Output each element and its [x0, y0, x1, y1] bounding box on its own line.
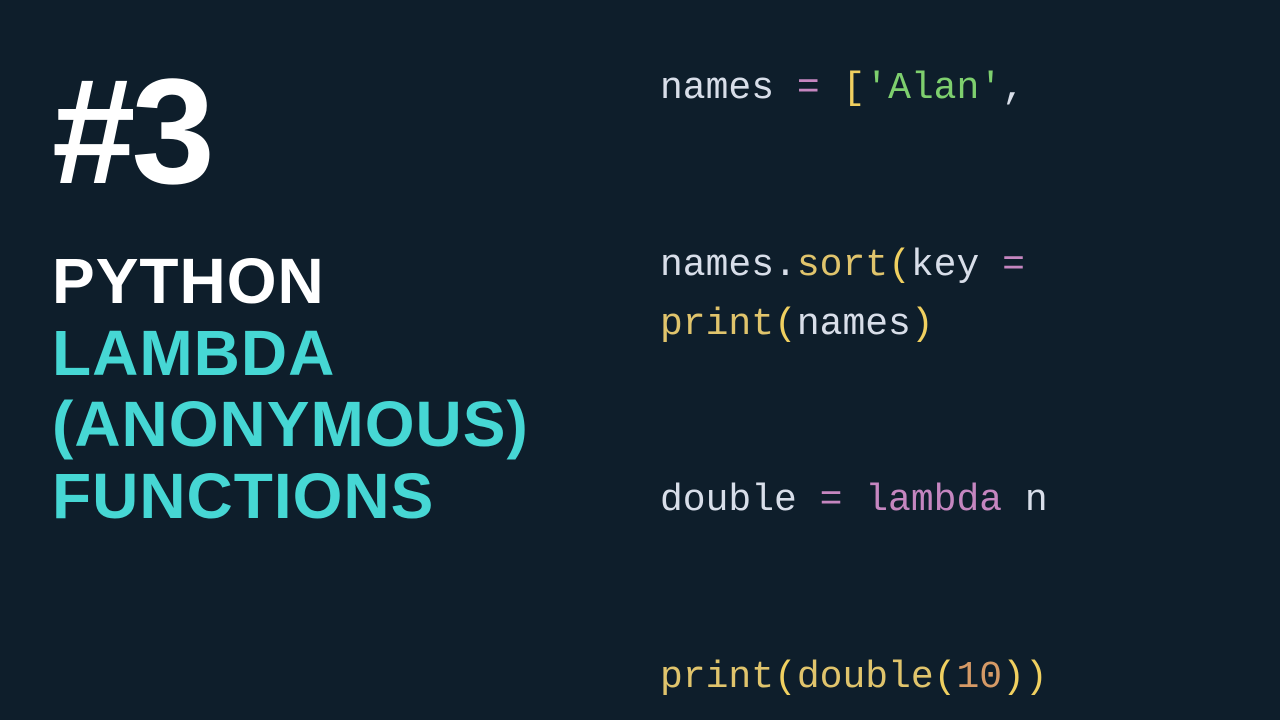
code-token: =: [797, 479, 865, 522]
episode-number: #3: [52, 56, 529, 206]
code-token: ): [911, 303, 934, 346]
code-token: names: [660, 244, 774, 287]
code-token: .: [774, 244, 797, 287]
title-line-4: FUNCTIONS: [52, 461, 529, 533]
code-token: [: [842, 67, 865, 110]
code-token: 'Alan': [865, 67, 1002, 110]
code-token: 10: [956, 656, 1002, 699]
code-token: names: [797, 303, 911, 346]
title-line-2: LAMBDA: [52, 318, 529, 390]
code-token: (: [888, 244, 911, 287]
title-line-1: PYTHON: [52, 246, 529, 318]
code-token: =: [979, 244, 1047, 287]
code-token: (: [934, 656, 957, 699]
code-snippet: names = ['Alan', names.sort(key = print(…: [660, 60, 1048, 708]
code-token: double: [660, 479, 797, 522]
title-block: #3 PYTHON LAMBDA (ANONYMOUS) FUNCTIONS: [52, 56, 529, 533]
code-token: (: [774, 303, 797, 346]
code-token: ): [1002, 656, 1025, 699]
code-token: ,: [1002, 67, 1025, 110]
code-token: print: [660, 656, 774, 699]
code-token: double: [797, 656, 934, 699]
code-token: =: [774, 67, 842, 110]
code-token: (: [774, 656, 797, 699]
code-token: sort: [797, 244, 888, 287]
title-group: PYTHON LAMBDA (ANONYMOUS) FUNCTIONS: [52, 246, 529, 533]
code-token: names: [660, 67, 774, 110]
code-token: ): [1025, 656, 1048, 699]
code-token: lambda: [865, 479, 1002, 522]
code-token: n: [1002, 479, 1048, 522]
title-line-3: (ANONYMOUS): [52, 389, 529, 461]
code-token: key: [911, 244, 979, 287]
code-token: print: [660, 303, 774, 346]
